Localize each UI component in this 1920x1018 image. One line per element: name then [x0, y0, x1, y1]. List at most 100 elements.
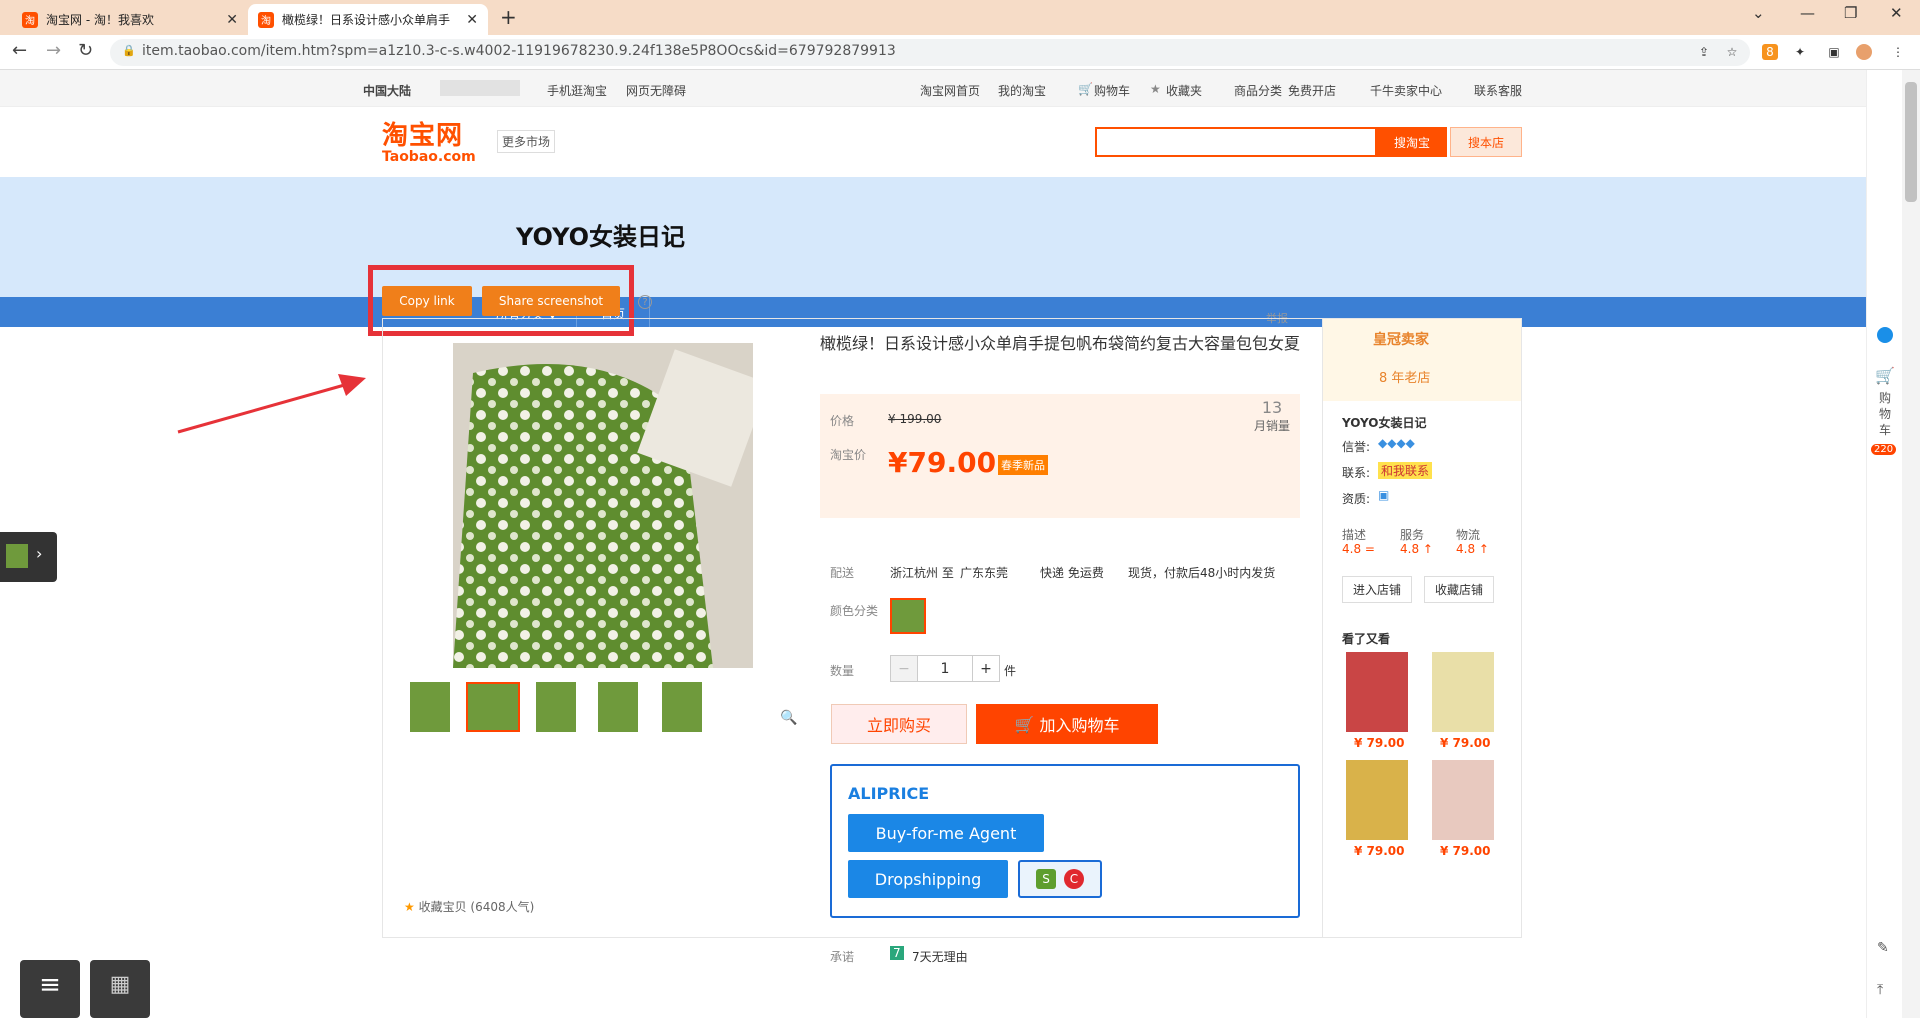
close-icon[interactable]: ✕ — [466, 12, 478, 28]
crown-seller-header: 皇冠卖家 8 年老店 — [1323, 319, 1521, 401]
mobile-taobao-link[interactable]: 手机逛淘宝 — [547, 82, 607, 99]
recommended-item-image[interactable] — [1346, 652, 1408, 732]
avatar[interactable] — [1856, 44, 1872, 60]
edit-icon[interactable]: ✎ — [1877, 940, 1889, 956]
product-thumbnail[interactable] — [410, 682, 450, 732]
shop-name: YOYO女装日记 — [516, 223, 685, 251]
nav-cart[interactable]: 购物车 — [1094, 82, 1130, 99]
monthly-sales: 13 月销量 — [1254, 398, 1290, 434]
sidepanel-icon[interactable]: ▣ — [1826, 44, 1842, 60]
seen-title: 看了又看 — [1342, 632, 1391, 646]
help-icon[interactable]: ? — [638, 295, 652, 309]
nav-categories[interactable]: 商品分类 — [1234, 82, 1282, 99]
seller-name[interactable]: YOYO女装日记 — [1342, 414, 1427, 431]
shop-banner: YOYO女装日记 — [0, 177, 1866, 297]
product-thumbnail[interactable] — [662, 682, 702, 732]
qty-input[interactable]: 1 — [917, 656, 973, 681]
back-button[interactable]: ← — [12, 40, 27, 61]
scrollbar[interactable] — [1902, 70, 1920, 1018]
copy-link-button[interactable]: Copy link — [382, 286, 472, 316]
scrollbar-thumb[interactable] — [1905, 82, 1917, 202]
delivery-label: 配送 — [830, 566, 855, 580]
cart-icon: 🛒 — [1014, 714, 1040, 734]
new-tab-button[interactable]: + — [500, 5, 517, 29]
gallery-icon: ▦ — [109, 972, 131, 997]
tab-taobao-home[interactable]: 淘 淘宝网 - 淘！我喜欢 ✕ — [12, 4, 248, 35]
product-main-image[interactable] — [453, 343, 753, 668]
color-swatch[interactable] — [890, 598, 926, 634]
price-box: 价格 ¥ 199.00 淘宝价 ¥79.00 春季新品 13 月销量 — [820, 394, 1300, 518]
back-to-top-icon[interactable]: ⤒ — [1877, 982, 1883, 998]
logistics-score: 4.8 ↑ — [1456, 542, 1489, 556]
close-icon[interactable]: ✕ — [226, 12, 238, 28]
notify-icon[interactable] — [1877, 327, 1893, 343]
recommended-item-image[interactable] — [1432, 760, 1494, 840]
contact-label: 联系: — [1342, 466, 1371, 480]
id-card-icon[interactable]: ▣ — [1378, 488, 1389, 502]
product-thumbnail[interactable] — [536, 682, 576, 732]
recommended-item-image[interactable] — [1432, 652, 1494, 732]
buy-for-me-agent-button[interactable]: Buy-for-me Agent — [848, 814, 1044, 852]
enter-shop-button[interactable]: 进入店铺 — [1342, 576, 1413, 603]
product-thumbnail[interactable] — [466, 682, 520, 732]
recommended-item-image[interactable] — [1346, 760, 1408, 840]
search-shop-button[interactable]: 搜本店 — [1450, 127, 1522, 157]
floating-thumbnail-widget[interactable]: › — [0, 532, 57, 582]
current-price: ¥79.00 — [888, 446, 997, 479]
region-select[interactable]: 中国大陆 — [363, 82, 411, 99]
contact-seller-button[interactable]: 和我联系 — [1378, 462, 1433, 479]
shop-years: 8 年老店 — [1379, 371, 1431, 386]
forward-button[interactable]: → — [46, 40, 61, 61]
favorite-shop-button[interactable]: 收藏店铺 — [1424, 576, 1495, 603]
favorite-item-link[interactable]: ★ 收藏宝贝 (6408人气) — [404, 898, 534, 915]
dropshipping-button[interactable]: Dropshipping — [848, 860, 1008, 898]
share-screenshot-button[interactable]: Share screenshot — [482, 286, 620, 316]
nav-customer-service[interactable]: 联系客服 — [1474, 82, 1522, 99]
decrement-button[interactable]: − — [891, 656, 917, 681]
reload-button[interactable]: ↻ — [78, 40, 93, 61]
username-blurred[interactable] — [440, 80, 520, 96]
more-market-dropdown[interactable]: 更多市场 — [497, 130, 556, 153]
puzzle-icon[interactable]: ✦ — [1792, 44, 1808, 60]
maximize-button[interactable]: ❐ — [1844, 4, 1857, 22]
search-taobao-button[interactable]: 搜淘宝 — [1377, 127, 1447, 157]
tab-product[interactable]: 淘 橄榄绿！日系设计感小众单肩手 ✕ — [248, 4, 488, 35]
recommended-price: ¥ 79.00 — [1440, 736, 1491, 750]
taobao-logo[interactable]: 淘宝网 Taobao.com — [382, 122, 476, 164]
color-label: 颜色分类 — [830, 604, 879, 618]
tab-bar: 淘 淘宝网 - 淘！我喜欢 ✕ 淘 橄榄绿！日系设计感小众单肩手 ✕ + ⌄ —… — [0, 0, 1920, 35]
price-label: 价格 — [830, 414, 855, 428]
buy-now-button[interactable]: 立即购买 — [831, 704, 967, 744]
menu-float-button[interactable]: ≡ — [20, 960, 80, 1018]
menu-icon[interactable]: ⋮ — [1890, 44, 1906, 60]
favorite-text: 收藏宝贝 (6408人气) — [418, 900, 535, 914]
nav-home-link[interactable]: 淘宝网首页 — [920, 82, 980, 99]
add-to-cart-button[interactable]: 🛒 加入购物车 — [976, 704, 1158, 744]
search-input[interactable] — [1095, 127, 1377, 157]
right-toolbar: 🛒 购物车 220 ✎ ⤒ — [1866, 70, 1902, 1018]
share-icon[interactable]: ⇪ — [1696, 44, 1712, 60]
zoom-icon[interactable]: 🔍 — [780, 710, 797, 726]
close-window-button[interactable]: ✕ — [1890, 4, 1903, 22]
c-platform-icon[interactable]: C — [1064, 869, 1084, 889]
nav-seller-center[interactable]: 千牛卖家中心 — [1370, 82, 1442, 99]
product-thumbnail[interactable] — [598, 682, 638, 732]
increment-button[interactable]: + — [973, 656, 999, 681]
nav-open-shop[interactable]: 免费开店 — [1288, 82, 1336, 99]
service-score: 4.8 ↑ — [1400, 542, 1433, 556]
bookmark-star-icon[interactable]: ☆ — [1724, 44, 1740, 60]
shopify-icon[interactable]: S — [1036, 869, 1056, 889]
nav-favorites[interactable]: 收藏夹 — [1166, 82, 1202, 99]
minimize-button[interactable]: — — [1800, 4, 1815, 22]
extension-badge[interactable]: 8 — [1762, 44, 1778, 60]
chevron-down-icon[interactable]: ⌄ — [1752, 4, 1765, 22]
screenshot-float-button[interactable]: ▦ — [90, 960, 150, 1018]
shipping-method[interactable]: 快递 免运费 — [1040, 564, 1104, 581]
accessible-link[interactable]: 网页无障碍 — [626, 82, 686, 99]
nav-my-taobao[interactable]: 我的淘宝 — [998, 82, 1046, 99]
original-price: ¥ 199.00 — [888, 412, 942, 426]
delivery-to-select[interactable]: 广东东莞 — [960, 564, 1008, 581]
desc-label: 描述 — [1342, 528, 1367, 542]
cart-icon[interactable]: 🛒 — [1875, 366, 1895, 385]
url-input[interactable]: 🔒 item.taobao.com/item.htm?spm=a1z10.3-c… — [110, 39, 1750, 66]
